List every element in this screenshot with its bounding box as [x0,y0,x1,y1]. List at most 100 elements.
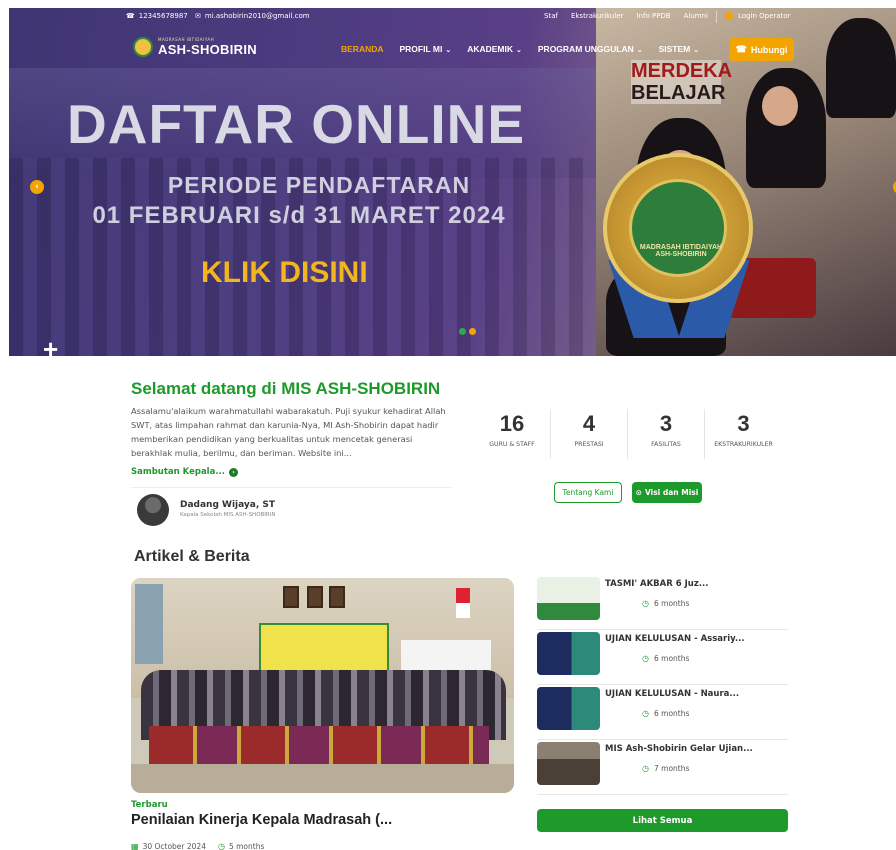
headmaster-name: Dadang Wijaya, ST [180,500,276,510]
main-nav: BERANDA PROFIL MI ⌄ AKADEMIK ⌄ PROGRAM UNG… [341,44,699,54]
mail-icon: ✉ [195,12,201,20]
email-address: mi.ashobirin2010@gmail.com [204,12,310,20]
divider [131,487,451,488]
badge-line-2: BELAJAR [631,82,726,104]
nav-item-program-unggulan[interactable]: PROGRAM UNGGULAN ⌄ [538,44,643,54]
slider-prev-icon[interactable]: ‹ [30,180,44,194]
stat-fasilitas: 3 FASILITAS [628,409,705,459]
stat-label: GURU & STAFF [489,441,535,448]
badge-line-1: MERDEKA [631,60,733,82]
article-title: UJIAN KELULUSAN - Assariy... [605,634,745,644]
stat-ekstrakurikuler: 3 EKSTRAKURIKULER [705,409,782,459]
article-title: MIS Ash-Shobirin Gelar Ujian... [605,744,753,754]
list-item[interactable]: MIS Ash-Shobirin Gelar Ujian... ◷ 7 mont… [537,740,788,795]
hero-subtitle-period: PERIODE PENDAFTARAN [167,172,471,198]
nav-item-akademik[interactable]: AKADEMIK ⌄ [467,44,522,54]
vision-mission-button[interactable]: ⊙ Visi dan Misi [632,482,702,503]
list-item[interactable]: UJIAN KELULUSAN - Naura... ◷ 6 months [537,685,788,740]
list-item[interactable]: TASMI' AKBAR 6 Juz... ◷ 6 months [537,575,788,630]
nav-item-sistem[interactable]: SISTEM ⌄ [659,44,700,54]
see-all-button[interactable]: Lihat Semua [537,809,788,832]
stat-value: 3 [659,411,673,436]
top-bar-separator [716,11,717,23]
photo-frame [307,586,323,608]
nav-label: PROFIL MI [399,44,443,54]
hero-cta-link[interactable]: KLIK DISINI [201,256,368,290]
medal-inner-logo: MADRASAH IBTIDAIYAH ASH-SHOBIRIN [629,179,727,277]
clock-icon: ◷ [642,654,649,663]
speech-link-label: Sambutan Kepala... [131,467,226,477]
article-meta: ◷ 7 months [642,764,689,773]
welcome-text: Assalamu'alaikum warahmatullahi wabaraka… [131,406,446,458]
chevron-down-icon: ⌄ [516,47,522,54]
photo-frame [283,586,299,608]
article-thumbnail [537,687,600,730]
top-bar: ☎ 12345678987 ✉ mi.ashobirin2010@gmail.c… [9,8,896,26]
ago-text: 6 months [653,654,690,663]
top-link-alumni[interactable]: Alumni [684,12,708,20]
phone-icon: ☎ [735,44,747,54]
stat-label: EKSTRAKURIKULER [714,441,773,448]
user-icon [725,12,733,20]
clock-icon: ◷ [642,599,649,608]
merdeka-belajar-badge: MERDEKA BELAJAR [631,60,733,104]
top-link-ekstrakurikuler[interactable]: Ekstrakurikuler [571,12,624,20]
headmaster-speech-link[interactable]: Sambutan Kepala... › [131,467,239,477]
chevron-down-icon: ⌄ [693,47,700,54]
photo-table [149,726,489,764]
article-thumbnail [537,632,600,675]
top-link-staf[interactable]: Staf [544,12,558,20]
phone-contact[interactable]: ☎ 12345678987 [126,12,188,20]
featured-date: ▦ 30 October 2024 [131,842,206,850]
slider-dot-2[interactable] [469,328,476,335]
stat-value: 4 [582,411,596,436]
nav-label: AKADEMIK [467,44,514,54]
login-operator-link[interactable]: Login Operator [725,12,790,20]
headmaster-role: Kepala Sekolah MIS ASH-SHOBIRIN [180,512,276,518]
photo-flag [456,588,470,618]
stat-guru-staff: 16 GURU & STAFF [474,409,551,459]
featured-article-image[interactable] [131,578,514,793]
top-links: Staf Ekstrakurikuler Info PPDB Alumni [544,12,708,20]
site-logo[interactable]: MADRASAH IBTIDAIYAH ASH-SHOBIRIN [133,37,257,57]
nav-label: PROGRAM UNGGULAN [537,44,634,54]
stat-label: PRESTASI [574,441,604,448]
phone-icon: ☎ [126,12,135,20]
slider-dot-1[interactable] [459,328,466,335]
arrow-right-icon: › [229,467,239,477]
photo-floor [131,764,514,793]
nav-item-beranda[interactable]: BERANDA [341,44,384,54]
headmaster-avatar [137,494,169,526]
hero-title: DAFTAR ONLINE [67,93,526,155]
about-us-button[interactable]: Tentang Kami [554,482,622,503]
nav-item-profil[interactable]: PROFIL MI ⌄ [400,44,452,54]
chevron-down-icon: ⌄ [445,47,452,54]
hero-subtitle-dates: 01 FEBRUARI s/d 31 MARET 2024 [92,202,506,229]
check-circle-icon: ⊙ [635,488,642,497]
article-thumbnail [537,577,600,620]
featured-tag: Terbaru [131,800,168,810]
clock-icon: ◷ [217,842,225,850]
date-text: 30 October 2024 [142,842,206,850]
list-item[interactable]: UJIAN KELULUSAN - Assariy... ◷ 6 months [537,630,788,685]
stat-prestasi: 4 PRESTASI [551,409,628,459]
ago-text: 6 months [653,709,690,718]
article-list: TASMI' AKBAR 6 Juz... ◷ 6 months UJIAN K… [537,575,788,795]
article-meta: ◷ 6 months [642,654,689,663]
featured-article-meta: ▦ 30 October 2024 ◷ 5 months [131,842,264,850]
top-link-info-ppdb[interactable]: Info PPDB [637,12,671,20]
featured-article-title[interactable]: Penilaian Kinerja Kepala Madrasah (... [131,812,392,828]
slider-pagination [459,328,476,335]
ago-text: 5 months [228,842,265,850]
contact-button[interactable]: ☎ Hubungi [729,38,794,61]
page: DAFTAR ONLINE PERIODE PENDAFTARAN 01 FEB… [0,0,896,850]
plus-icon: + [43,334,59,356]
clock-icon: ◷ [642,709,649,718]
email-contact[interactable]: ✉ mi.ashobirin2010@gmail.com [195,12,310,20]
stat-label: FASILITAS [651,441,681,448]
medal-text: MADRASAH IBTIDAIYAH ASH-SHOBIRIN [639,244,723,258]
calendar-icon: ▦ [131,842,139,850]
stats-panel: 16 GURU & STAFF 4 PRESTASI 3 FASILITAS 3… [474,409,782,459]
stat-value: 3 [737,411,750,436]
article-title: TASMI' AKBAR 6 Juz... [605,579,709,589]
